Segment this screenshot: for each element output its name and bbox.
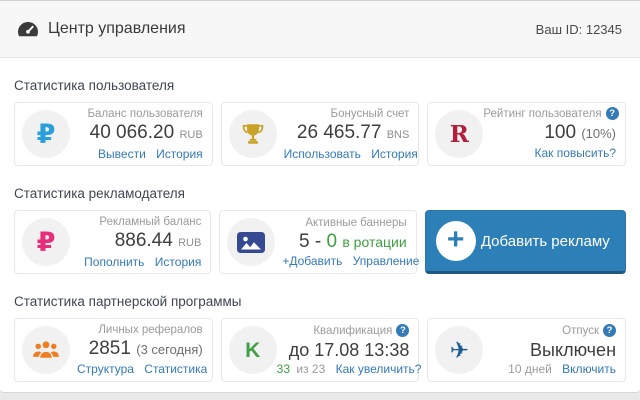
panel-header: Центр управления Ваш ID: 12345 [0, 1, 640, 58]
topup-link[interactable]: Пополнить [84, 255, 144, 269]
card-label: Рекламный баланс [99, 215, 202, 228]
trophy-icon [228, 110, 277, 158]
card-referrals: Личных рефералов 2851 (3 сегодня) Структ… [14, 318, 213, 382]
advertiser-stats-row: ₽ Рекламный баланс 886.44 RUB Пополнить … [0, 210, 640, 274]
card-user-balance: ₽ Баланс пользователя 40 066.20 RUB Выве… [14, 102, 213, 166]
ruble-glyph: ₽ [36, 118, 56, 150]
balance-history-link[interactable]: История [156, 147, 203, 161]
section-title-user-stats: Статистика пользователя [14, 78, 175, 93]
card-bonus-account: Бонусный счет 26 465.77 BNS Использовать… [220, 102, 420, 166]
card-label: Рейтинг пользователя [483, 108, 602, 120]
qualification-icon: K [228, 326, 277, 374]
bonus-history-link[interactable]: История [371, 147, 418, 161]
rating-letter: R [449, 120, 469, 148]
ruble-glyph: ₽ [36, 226, 56, 258]
card-active-banners: Активные баннеры 5 - 0 в ротации +Добави… [219, 210, 419, 274]
balance-value: 40 066.20 RUB [89, 121, 203, 143]
help-icon[interactable]: ? [605, 107, 619, 120]
ruble-icon: ₽ [22, 218, 70, 266]
card-label: Активные баннеры [305, 216, 407, 229]
section-title-partner-stats: Статистика партнерской программы [14, 294, 242, 309]
card-label: Квалификация [313, 324, 393, 337]
control-center-panel: Центр управления Ваш ID: 12345 Статистик… [0, 0, 640, 393]
qualification-progress: 33 [276, 361, 291, 376]
manage-banners-link[interactable]: Управление [353, 254, 420, 268]
banner-image-icon [227, 218, 276, 266]
user-stats-row: ₽ Баланс пользователя 40 066.20 RUB Выве… [0, 102, 640, 166]
structure-link[interactable]: Структура [77, 362, 134, 376]
how-to-raise-link[interactable]: Как повысить? [534, 146, 616, 160]
help-icon[interactable]: ? [396, 323, 410, 337]
referral-stats-link[interactable]: Статистика [144, 362, 207, 376]
airplane-icon: ✈ [435, 326, 484, 374]
ad-balance-value: 886.44 RUB [114, 229, 202, 251]
how-to-increase-link[interactable]: Как увеличить? [336, 362, 422, 376]
vacation-days: 10 дней [508, 361, 552, 376]
use-bonus-link[interactable]: Использовать [284, 147, 361, 161]
qualification-deadline: до 17.08 13:38 [288, 339, 410, 360]
plus-icon: + [435, 221, 476, 261]
enable-vacation-link[interactable]: Включить [562, 362, 616, 376]
ad-history-link[interactable]: История [155, 255, 202, 269]
ruble-icon: ₽ [22, 110, 70, 158]
help-icon[interactable]: ? [603, 323, 617, 337]
add-ad-button-label: Добавить рекламу [480, 232, 610, 250]
users-icon [22, 326, 70, 374]
page-title: Центр управления [48, 20, 186, 37]
partner-stats-row: Личных рефералов 2851 (3 сегодня) Структ… [0, 318, 640, 382]
card-label: Баланс пользователя [87, 107, 203, 120]
add-banner-link[interactable]: +Добавить [282, 254, 342, 268]
rating-value: 100 (10%) [544, 122, 617, 143]
vacation-status: Выключен [530, 339, 617, 360]
withdraw-link[interactable]: Вывести [98, 147, 146, 161]
card-vacation: ✈ Отпуск? Выключен 10 дней Включить [427, 318, 627, 382]
card-qualification: K Квалификация? до 17.08 13:38 33 из 23 … [220, 318, 422, 382]
card-ad-balance: ₽ Рекламный баланс 886.44 RUB Пополнить … [14, 210, 212, 274]
section-title-advertiser-stats: Статистика рекламодателя [14, 186, 185, 201]
card-label: Бонусный счет [330, 107, 410, 120]
card-label: Отпуск [562, 324, 600, 337]
rating-icon: R [435, 110, 484, 158]
tachometer-icon [18, 21, 38, 37]
bonus-value: 26 465.77 BNS [296, 121, 410, 143]
referrals-value: 2851 (3 сегодня) [88, 338, 203, 359]
banners-value: 5 - 0 в ротации [299, 230, 407, 252]
qualification-letter: K [245, 338, 261, 362]
add-ad-button[interactable]: + Добавить рекламу [424, 210, 626, 274]
card-label: Личных рефералов [98, 324, 203, 336]
user-id-badge: Ваш ID: 12345 [535, 21, 622, 37]
card-user-rating: R Рейтинг пользователя? 100 (10%) Как по… [427, 102, 627, 166]
